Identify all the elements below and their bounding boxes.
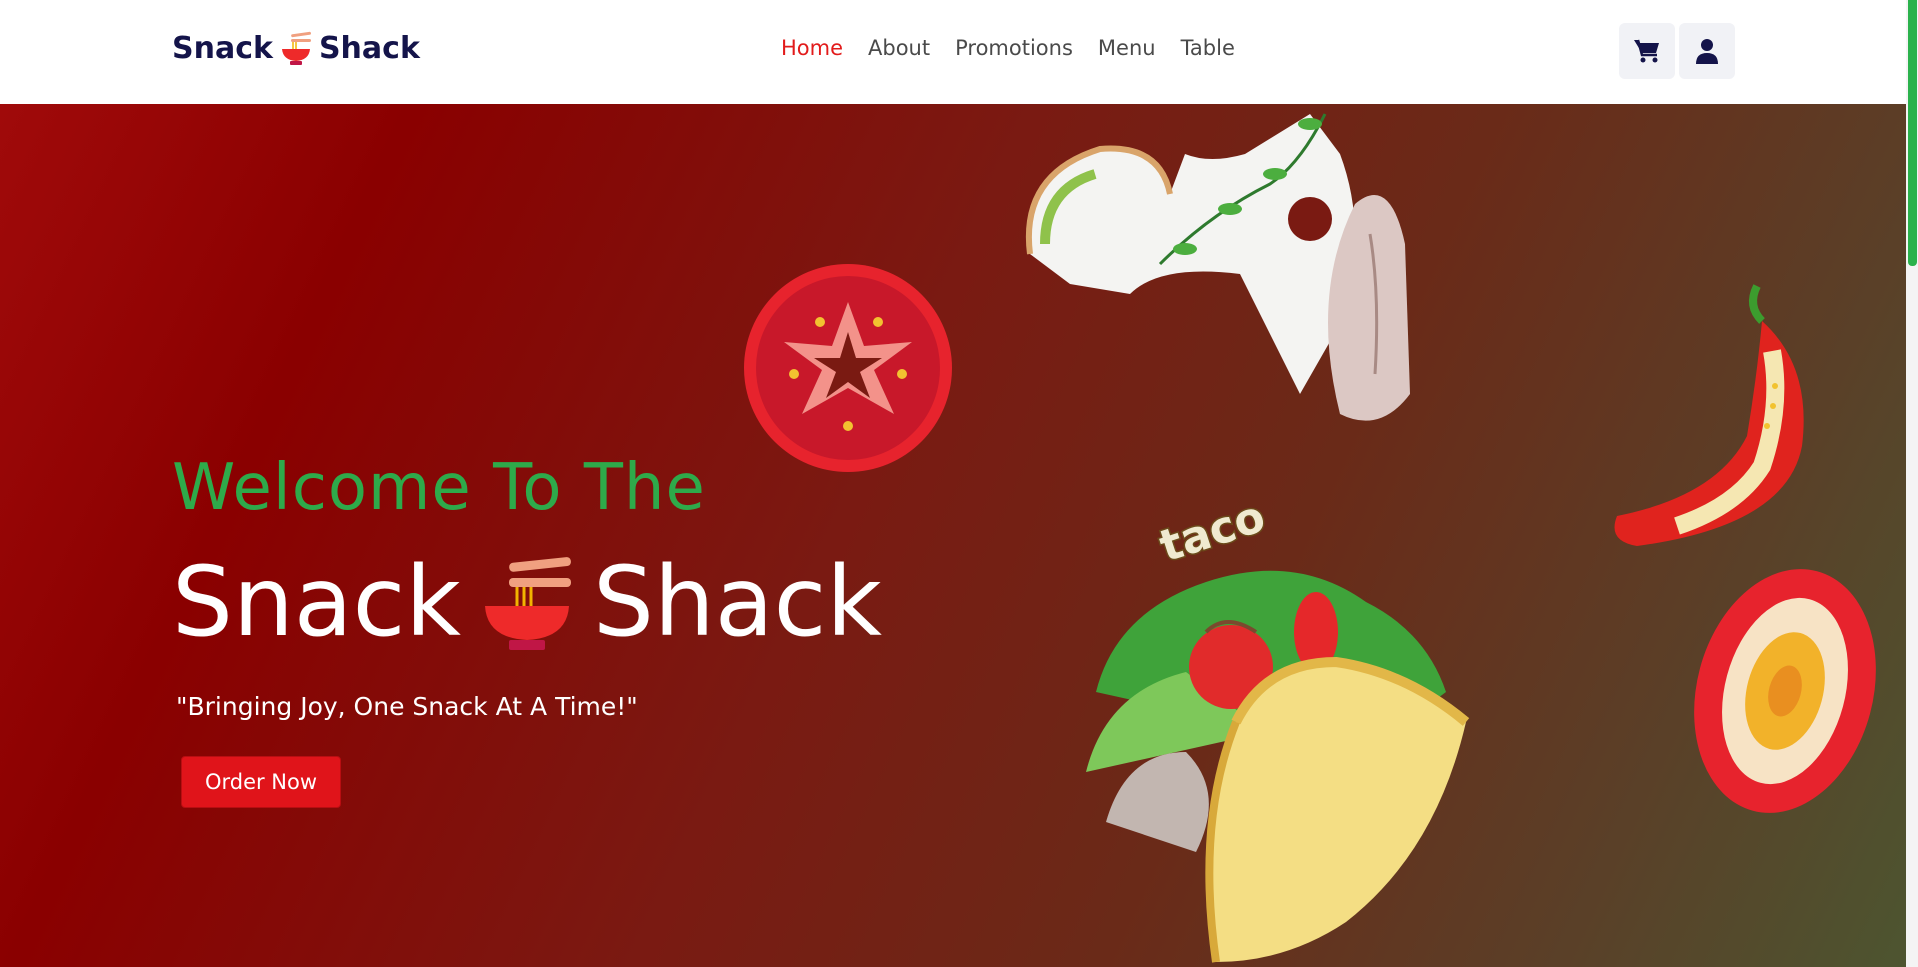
page-scrollbar[interactable] bbox=[1906, 0, 1918, 967]
order-now-button[interactable]: Order Now bbox=[181, 756, 341, 808]
hero-title: Snack Shack bbox=[172, 546, 882, 658]
brand-text-left: Snack bbox=[172, 30, 273, 66]
noodle-bowl-icon bbox=[484, 557, 571, 650]
cart-icon bbox=[1634, 39, 1659, 63]
navbar: Snack Shack Home About Promotions Menu T… bbox=[0, 0, 1906, 104]
noodle-bowl-icon bbox=[281, 31, 311, 65]
taco-label: taco bbox=[1154, 492, 1272, 572]
user-button[interactable] bbox=[1679, 23, 1735, 79]
tomato-slice-illustration bbox=[744, 264, 952, 472]
nav-link-about[interactable]: About bbox=[868, 36, 930, 60]
hero-welcome-text: Welcome To The bbox=[172, 451, 706, 525]
page: Snack Shack Home About Promotions Menu T… bbox=[0, 0, 1918, 967]
brand-text-right: Shack bbox=[318, 30, 420, 66]
hero-title-left: Snack bbox=[172, 546, 461, 658]
brand-logo[interactable]: Snack Shack bbox=[172, 30, 420, 66]
onion-illustration bbox=[1025, 113, 1410, 421]
nav-links: Home About Promotions Menu Table bbox=[781, 36, 1235, 60]
hero-tagline: "Bringing Joy, One Snack At A Time!" bbox=[176, 692, 638, 721]
nav-icons bbox=[1619, 23, 1735, 79]
bell-pepper-illustration bbox=[1694, 569, 1876, 813]
nav-link-table[interactable]: Table bbox=[1181, 36, 1235, 60]
cart-button[interactable] bbox=[1619, 23, 1675, 79]
chili-pepper-illustration bbox=[1614, 284, 1804, 546]
user-icon bbox=[1696, 39, 1718, 64]
nav-link-home[interactable]: Home bbox=[781, 36, 843, 60]
hero-section: taco Welcome To The Snack Shack "Bringin… bbox=[0, 104, 1906, 967]
hero-title-right: Shack bbox=[592, 546, 882, 658]
nav-link-menu[interactable]: Menu bbox=[1098, 36, 1156, 60]
scrollbar-thumb[interactable] bbox=[1908, 0, 1917, 266]
taco-illustration: taco bbox=[1086, 492, 1470, 963]
nav-link-promotions[interactable]: Promotions bbox=[955, 36, 1073, 60]
